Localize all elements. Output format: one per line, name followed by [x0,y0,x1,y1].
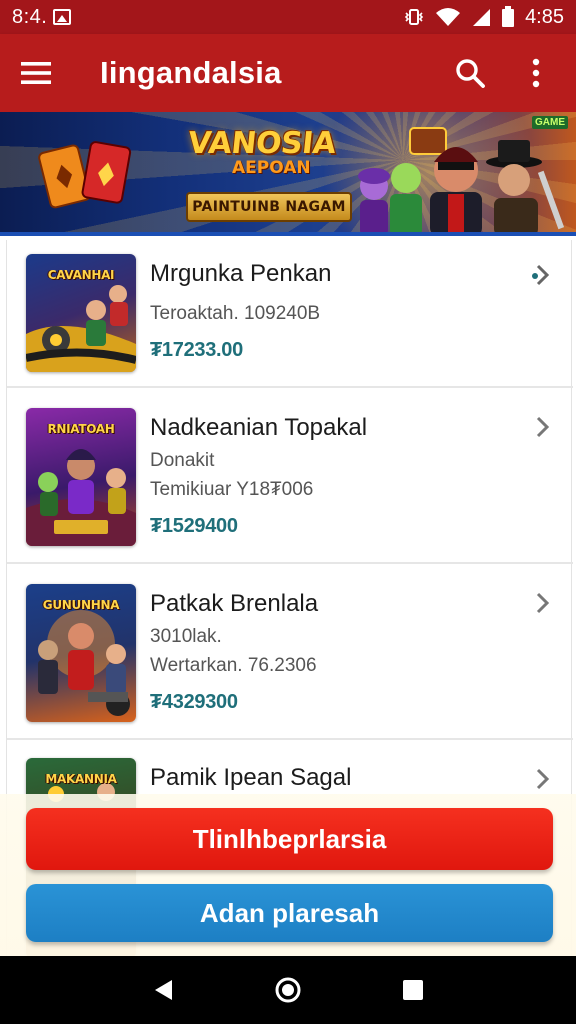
item-price: ₮1529400 [150,515,238,537]
menu-button[interactable] [14,51,58,95]
back-icon [154,980,172,1000]
thumbnail-title: GUNUNHNA [42,598,120,612]
item-price: ₮4329300 [150,691,238,713]
item-name: Mrgunka Penkan [150,260,332,287]
item-meta: Temikiuar Y18₮006 [150,479,314,500]
banner-characters [358,127,565,232]
recents-icon [403,980,424,1000]
promo-banner[interactable]: VANOSIA AEPOAN PAINTUINB NAGAM GAME [0,112,576,236]
banner-logo-sub: AEPOAN [232,158,311,178]
item-name: Nadkeanian Topakal [150,414,368,441]
battery-icon [501,6,515,28]
page-title: Iingandalsia [100,55,282,90]
item-thumbnail: GUNUNHNA [26,584,136,722]
status-bar: 8:4. 4:85 [0,0,576,34]
item-name: Patkak Brenlala [150,590,319,617]
list-item[interactable]: CAVANHAI Mrgunka Penkan Teroaktah. 10924… [7,240,573,388]
search-button[interactable] [448,51,492,95]
thumbnail-title: CAVANHAI [47,268,115,282]
status-icons: 4:85 [403,6,564,29]
thumbnail-title: RNIATOAH [47,422,115,436]
search-icon [456,59,485,88]
app-bar: Iingandalsia [0,34,576,112]
banner-logo: VANOSIA [186,126,338,161]
vibrate-icon [403,7,425,27]
back-button[interactable] [141,968,185,1012]
item-meta: 3010lak. [150,626,222,647]
image-icon [53,9,72,25]
item-price: ₮17233.00 [150,339,243,361]
item-meta: Teroaktah. 109240B [150,303,321,324]
status-time: 8:4. [12,5,48,28]
action-panel: Tlinlhbeprlarsia Adan plaresah [0,794,576,960]
primary-action-button[interactable]: Tlinlhbeprlarsia [26,808,553,870]
menu-icon [21,62,51,84]
item-thumbnail: RNIATOAH [26,408,136,546]
item-meta: Donakit [150,450,215,471]
signal-icon [471,7,491,27]
list-item[interactable]: GUNUNHNA Patkak Brenlala 3010lak. Wertar… [7,564,573,740]
more-vert-icon [532,58,540,88]
more-options-button[interactable] [514,51,558,95]
recents-button[interactable] [391,968,435,1012]
system-nav-bar [0,956,576,1024]
list-item[interactable]: RNIATOAH Nadkeanian Topakal Donakit Temi… [7,388,573,564]
chevron-right-icon[interactable] [527,260,557,290]
wifi-icon [435,7,461,27]
cards-illustration [38,141,132,209]
home-icon [275,977,301,1003]
secondary-action-button[interactable]: Adan plaresah [26,884,553,942]
home-button[interactable] [266,968,310,1012]
thumbnail-title: MAKANNIA [45,772,117,786]
status-clock: 4:85 [525,5,564,28]
app-bar-actions [448,51,558,95]
chevron-right-icon[interactable] [527,412,557,442]
item-name: Pamik Ipean Sagal [150,764,352,791]
chevron-right-icon[interactable] [527,764,557,794]
chevron-right-icon[interactable] [527,588,557,618]
item-meta: Wertarkan. 76.2306 [150,655,317,676]
banner-plate: PAINTUINB NAGAM [186,192,352,222]
item-thumbnail: CAVANHAI [26,254,136,372]
